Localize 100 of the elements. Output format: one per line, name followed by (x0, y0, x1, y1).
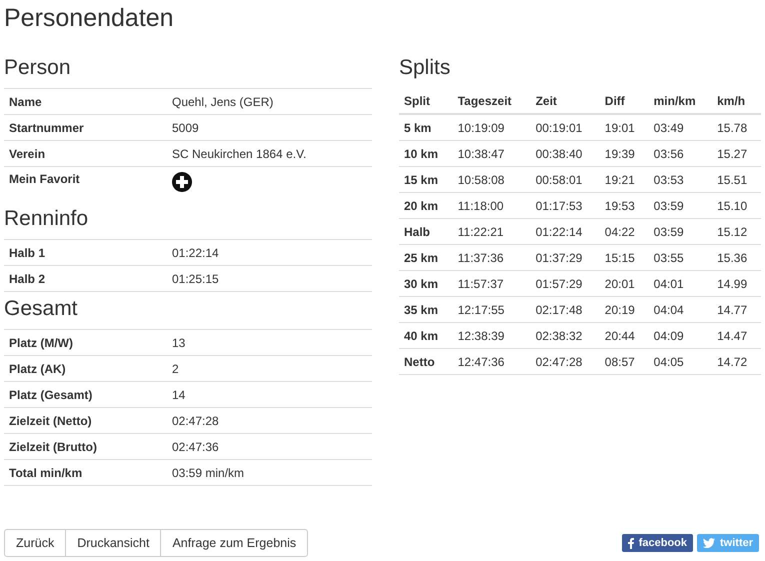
table-cell: 00:58:01 (530, 166, 600, 192)
table-cell: 03:59 (648, 218, 712, 244)
table-cell: 02:38:32 (530, 322, 600, 348)
add-favorite-icon[interactable] (172, 172, 192, 192)
table-cell: 11:37:36 (452, 244, 531, 270)
field-value: 01:25:15 (167, 266, 372, 292)
table-cell: 04:09 (648, 322, 712, 348)
table-cell: 20:44 (600, 322, 649, 348)
field-label: Halb 2 (4, 266, 167, 292)
column-header: Zeit (530, 88, 600, 114)
table-cell: 19:01 (600, 114, 649, 140)
page-title: Personendaten (4, 3, 174, 33)
table-cell: 15.36 (712, 244, 761, 270)
table-cell: 19:21 (600, 166, 649, 192)
f-letter-icon (628, 538, 634, 548)
table-cell: 15.78 (712, 114, 761, 140)
table-cell: 01:57:29 (530, 270, 600, 296)
section-heading: Person (4, 55, 71, 81)
field-value: 5009 (167, 114, 372, 140)
table-cell: 10:58:08 (452, 166, 531, 192)
table-cell: 02:17:48 (530, 296, 600, 322)
table-cell: 02:47:28 (530, 348, 600, 374)
action-button[interactable]: Druckansicht (65, 529, 162, 557)
column-header: Split (399, 88, 453, 114)
field-value: 02:47:28 (167, 408, 372, 434)
table-cell: 11:57:37 (452, 270, 531, 296)
table-cell: 35 km (399, 296, 453, 322)
field-label: Name (4, 88, 167, 114)
field-value: 02:47:36 (167, 434, 372, 460)
table-cell: 15.51 (712, 166, 761, 192)
table-cell: 11:22:21 (452, 218, 531, 244)
field-label: Total min/km (4, 460, 167, 486)
table-cell: 12:47:36 (452, 348, 531, 374)
table-cell: 15.27 (712, 140, 761, 166)
table-cell: 12:17:55 (452, 296, 531, 322)
action-button[interactable]: Zurück (4, 529, 66, 557)
table-cell: 14.99 (712, 270, 761, 296)
field-value: 2 (167, 356, 372, 382)
field-label: Halb 1 (4, 240, 167, 266)
table-cell: 10:19:09 (452, 114, 531, 140)
table-cell: 10:38:47 (452, 140, 531, 166)
column-header: km/h (712, 88, 761, 114)
column-header: min/km (648, 88, 712, 114)
table-cell: 03:49 (648, 114, 712, 140)
table-cell: 01:22:14 (530, 218, 600, 244)
table-cell: 30 km (399, 270, 453, 296)
share-button[interactable]: facebook (622, 534, 693, 552)
table-cell: 01:17:53 (530, 192, 600, 218)
table-cell: 04:22 (600, 218, 649, 244)
table-cell: 15 km (399, 166, 453, 192)
table-cell: Netto (399, 348, 453, 374)
table-cell: 00:19:01 (530, 114, 600, 140)
field-value: 01:22:14 (167, 240, 372, 266)
table-cell: Halb (399, 218, 453, 244)
field-label: Platz (AK) (4, 356, 167, 382)
table-cell: 11:18:00 (452, 192, 531, 218)
table-cell: 19:39 (600, 140, 649, 166)
column-header: Diff (600, 88, 649, 114)
table-cell: 04:01 (648, 270, 712, 296)
table-cell: 15:15 (600, 244, 649, 270)
field-label: Zielzeit (Brutto) (4, 434, 167, 460)
bird-icon (703, 538, 715, 548)
column-header: Tageszeit (452, 88, 531, 114)
section-heading: Splits (399, 55, 450, 81)
table-cell: 14.72 (712, 348, 761, 374)
table-cell: 12:38:39 (452, 322, 531, 348)
field-value: 13 (167, 330, 372, 356)
field-label: Platz (Gesamt) (4, 382, 167, 408)
table-cell: 19:53 (600, 192, 649, 218)
field-label: Startnummer (4, 114, 167, 140)
field-label: Platz (M/W) (4, 330, 167, 356)
action-button[interactable]: Anfrage zum Ergebnis (160, 529, 308, 557)
section-heading: Renninfo (4, 206, 88, 232)
field-value: 03:59 min/km (167, 460, 372, 486)
table-cell: 15.12 (712, 218, 761, 244)
table-cell: 10 km (399, 140, 453, 166)
table-cell: 20 km (399, 192, 453, 218)
section-heading: Gesamt (4, 296, 78, 322)
table-cell: 01:37:29 (530, 244, 600, 270)
table-cell: 03:56 (648, 140, 712, 166)
field-value: SC Neukirchen 1864 e.V. (167, 140, 372, 166)
table-cell: 5 km (399, 114, 453, 140)
table-cell: 08:57 (600, 348, 649, 374)
table-cell: 03:53 (648, 166, 712, 192)
table-cell: 04:04 (648, 296, 712, 322)
table-cell: 20:01 (600, 270, 649, 296)
table-cell: 20:19 (600, 296, 649, 322)
table-cell: 25 km (399, 244, 453, 270)
table-cell: 03:55 (648, 244, 712, 270)
table-cell: 14.77 (712, 296, 761, 322)
table-cell: 03:59 (648, 192, 712, 218)
table-cell: 14.47 (712, 322, 761, 348)
field-label: Verein (4, 140, 167, 166)
field-value: 14 (167, 382, 372, 408)
table-cell: 04:05 (648, 348, 712, 374)
field-label: Mein Favorit (4, 166, 167, 202)
table-cell: 40 km (399, 322, 453, 348)
field-label: Zielzeit (Netto) (4, 408, 167, 434)
table-cell: 15.10 (712, 192, 761, 218)
field-value: Quehl, Jens (GER) (167, 88, 372, 114)
